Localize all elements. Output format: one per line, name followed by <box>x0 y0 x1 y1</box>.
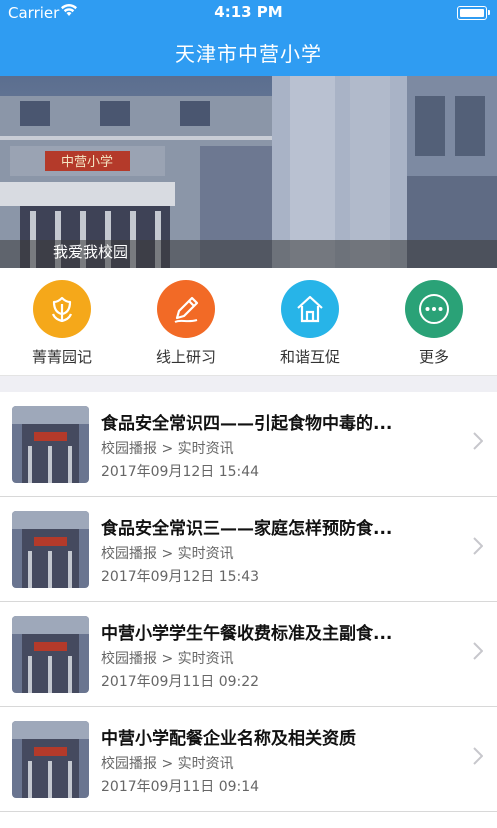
news-title: 食品安全常识三——家庭怎样预防食... <box>101 519 393 539</box>
page-title: 天津市中营小学 <box>175 42 322 66</box>
news-thumbnail <box>12 616 89 693</box>
more-icon <box>405 280 463 338</box>
news-list: 食品安全常识四——引起食物中毒的... 校园播报 > 实时资讯 2017年09月… <box>0 392 497 812</box>
quick-menu: 菁菁园记 线上研习 和谐互促 更多 <box>0 268 497 375</box>
news-thumbnail <box>12 511 89 588</box>
menu-label: 更多 <box>418 348 449 366</box>
house-icon <box>281 280 339 338</box>
tulip-icon <box>33 280 91 338</box>
menu-label: 线上研习 <box>155 348 216 366</box>
news-thumbnail <box>12 406 89 483</box>
news-thumbnail <box>12 721 89 798</box>
news-category: 校园播报 > 实时资讯 <box>101 441 234 457</box>
news-category: 校园播报 > 实时资讯 <box>101 546 234 562</box>
chevron-right-icon <box>473 747 484 769</box>
banner-carousel[interactable]: 中营小学 我爱我校园 <box>0 76 497 268</box>
chevron-right-icon <box>473 642 484 664</box>
list-item[interactable]: 中营小学配餐企业名称及相关资质 校园播报 > 实时资讯 2017年09月11日 … <box>0 707 497 812</box>
news-title: 中营小学学生午餐收费标准及主副食... <box>101 624 393 644</box>
news-category: 校园播报 > 实时资讯 <box>101 756 234 772</box>
list-item[interactable]: 食品安全常识三——家庭怎样预防食... 校园播报 > 实时资讯 2017年09月… <box>0 497 497 602</box>
section-divider <box>0 375 497 392</box>
news-date: 2017年09月12日 15:43 <box>101 569 260 585</box>
list-item[interactable]: 食品安全常识四——引起食物中毒的... 校园播报 > 实时资讯 2017年09月… <box>0 392 497 497</box>
menu-item-campus-notes[interactable]: 菁菁园记 <box>2 280 122 367</box>
menu-item-harmony[interactable]: 和谐互促 <box>250 280 370 367</box>
pencil-icon <box>157 280 215 338</box>
status-bar: Carrier 4:13 PM <box>0 0 497 24</box>
sign-text: 中营小学 <box>61 154 113 170</box>
news-category: 校园播报 > 实时资讯 <box>101 651 234 667</box>
menu-label: 和谐互促 <box>279 348 340 366</box>
menu-label: 菁菁园记 <box>31 348 92 366</box>
news-date: 2017年09月11日 09:22 <box>101 674 260 690</box>
news-title: 中营小学配餐企业名称及相关资质 <box>101 729 356 749</box>
news-date: 2017年09月11日 09:14 <box>101 779 260 795</box>
top-bar: Carrier 4:13 PM 天津市中营小学 <box>0 0 497 76</box>
news-date: 2017年09月12日 15:44 <box>101 464 260 480</box>
news-title: 食品安全常识四——引起食物中毒的... <box>101 414 393 434</box>
menu-item-more[interactable]: 更多 <box>374 280 494 367</box>
menu-item-online-study[interactable]: 线上研习 <box>126 280 246 367</box>
chevron-right-icon <box>473 537 484 559</box>
list-item[interactable]: 中营小学学生午餐收费标准及主副食... 校园播报 > 实时资讯 2017年09月… <box>0 602 497 707</box>
status-time: 4:13 PM <box>214 3 283 21</box>
battery-icon <box>457 6 490 20</box>
banner-caption: 我爱我校园 <box>53 243 129 261</box>
chevron-right-icon <box>473 432 484 454</box>
